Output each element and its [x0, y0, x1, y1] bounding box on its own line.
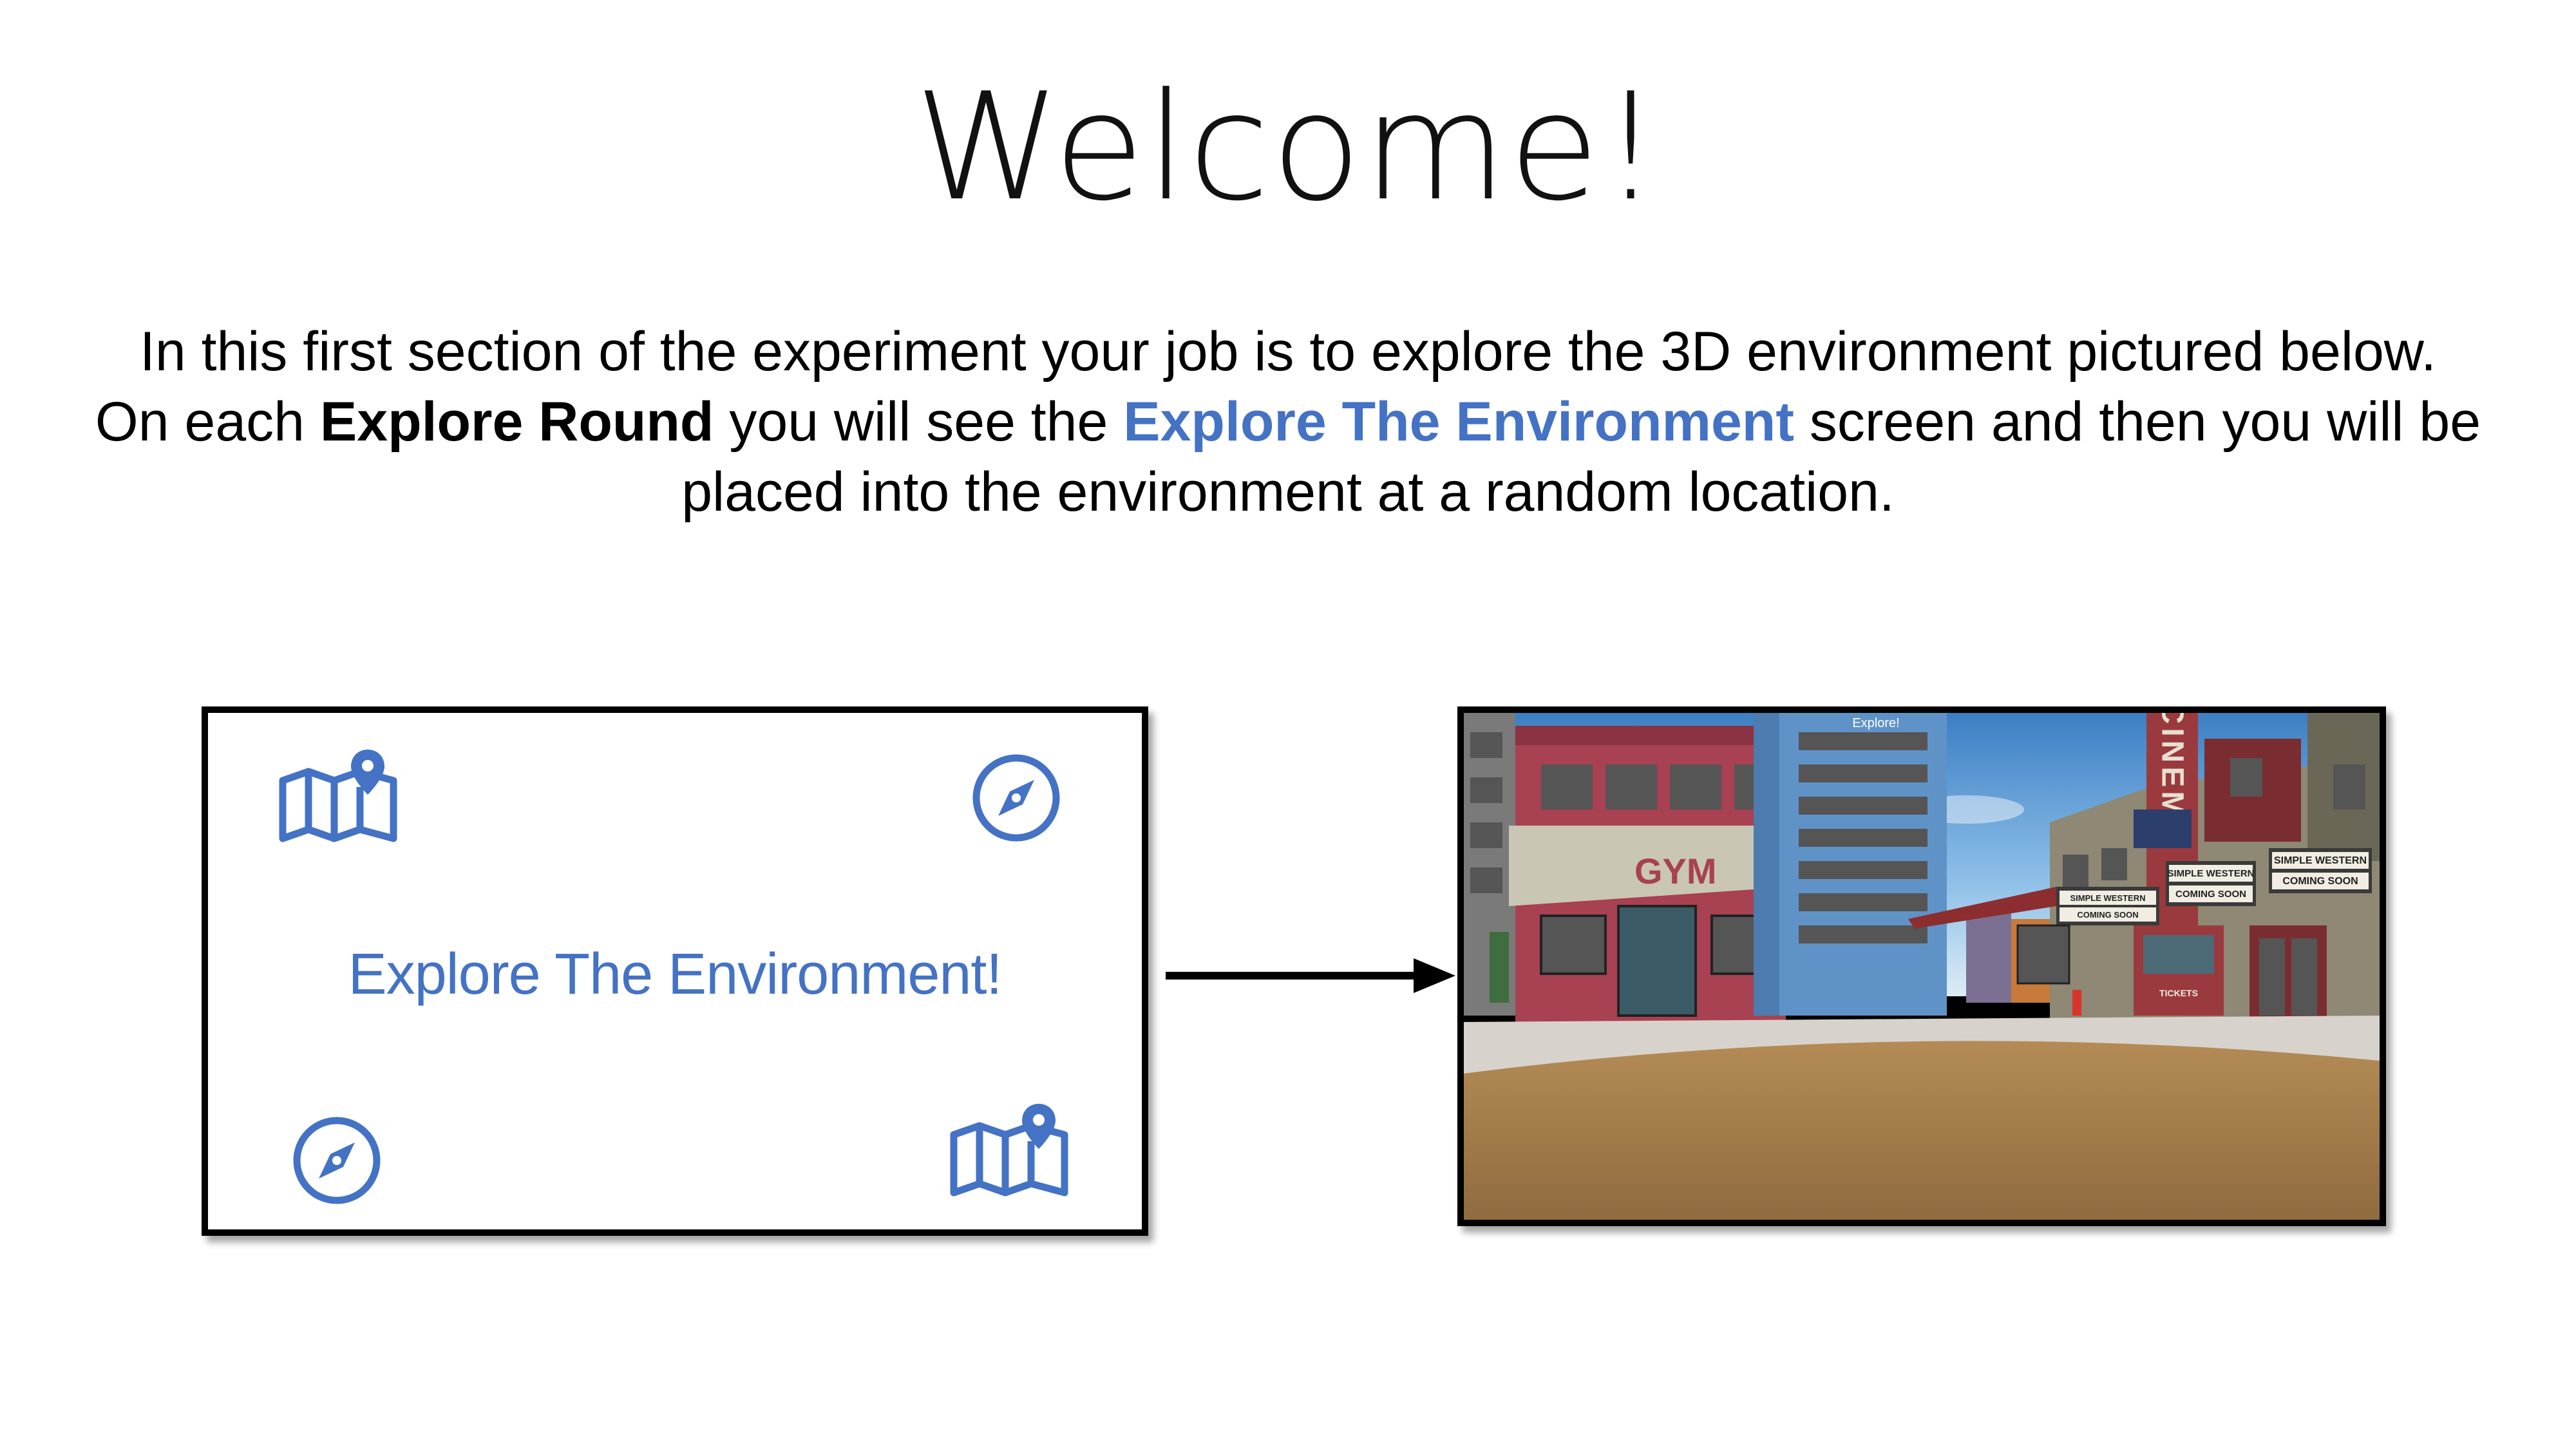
instructions-line-3: placed into the environment at a random … [681, 461, 1895, 523]
map-pin-icon [949, 1103, 1071, 1202]
ticket-sign: TICKETS [2159, 988, 2198, 998]
compass-icon [292, 1115, 382, 1209]
marquee-text: COMING SOON [2282, 876, 2358, 887]
explore-environment-term: Explore The Environment [1123, 391, 1794, 453]
cinema-sign: CINEM [2155, 713, 2190, 820]
marquee-text: SIMPLE WESTERN [2167, 868, 2254, 879]
explore-screen-preview: Explore The Environment! [202, 706, 1148, 1236]
marquee-text: SIMPLE WESTERN [2070, 893, 2145, 903]
instructions-line-2: On each Explore Round you will see the E… [95, 391, 2481, 453]
flow-arrow [1162, 953, 1459, 1001]
instructions-text: In this first section of the experiment … [26, 317, 2550, 527]
instructions-line-1: In this first section of the experiment … [139, 321, 2437, 383]
marquee-text: SIMPLE WESTERN [2274, 855, 2367, 866]
environment-screenshot: GYM CINEM SIMPLE WESTERN COMING SOON SIM… [1457, 706, 2386, 1226]
marquee-text: COMING SOON [2175, 889, 2246, 900]
gym-sign: GYM [1634, 851, 1717, 891]
hud-explore-label: Explore! [1852, 716, 1899, 730]
page-title: Welcome! [914, 62, 1662, 234]
explore-screen-label: Explore The Environment! [348, 942, 1003, 1007]
explore-round-term: Explore Round [319, 391, 714, 453]
compass-icon [971, 753, 1061, 846]
marquee-text: COMING SOON [2077, 910, 2138, 920]
map-pin-icon [278, 748, 400, 848]
